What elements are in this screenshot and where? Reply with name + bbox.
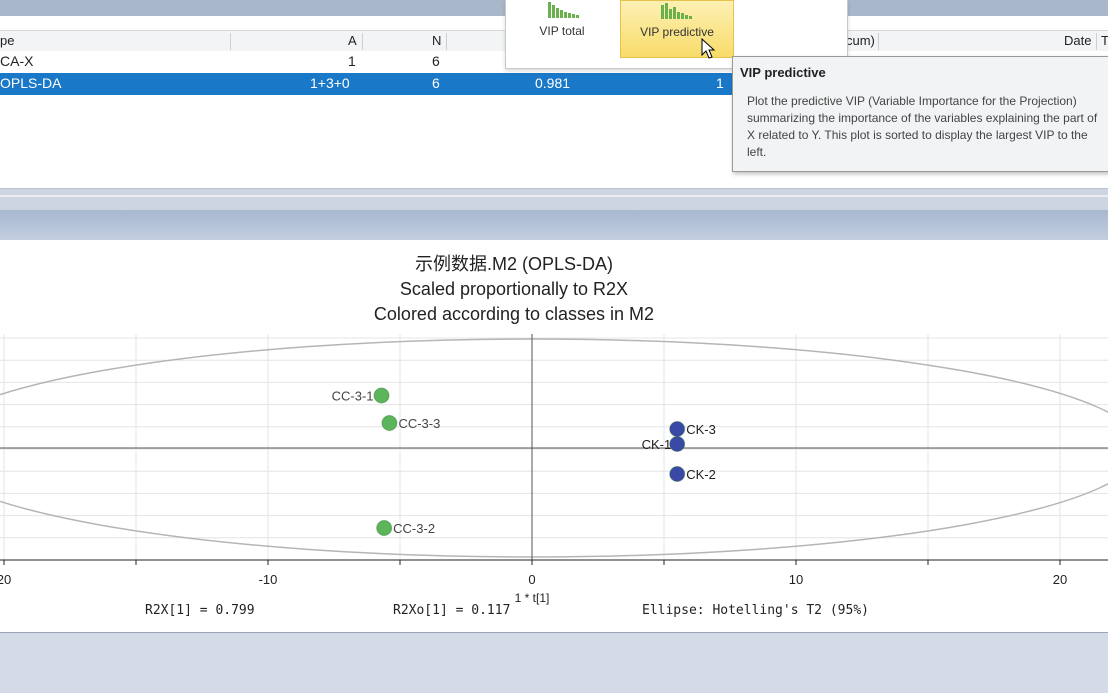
cell-r2: 0.981	[535, 75, 571, 91]
column-separator[interactable]	[230, 33, 231, 50]
r2x-stat: R2X[1] = 0.799	[145, 603, 255, 618]
vip-predictive-icon	[661, 3, 692, 19]
cell-n: 6	[432, 53, 440, 69]
status-area	[0, 633, 1108, 693]
cell-q2: 1	[716, 75, 724, 91]
column-separator[interactable]	[878, 33, 879, 50]
header-cum[interactable]: cum)	[846, 33, 875, 48]
header-date[interactable]: Date	[1064, 33, 1091, 48]
pane-splitter[interactable]	[0, 188, 1108, 211]
point-label: CC-3-3	[398, 416, 440, 431]
score-point-cc-3-1[interactable]	[373, 387, 390, 404]
x-tick-label: -10	[259, 572, 278, 587]
plot-titles: 示例数据.M2 (OPLS-DA) Scaled proportionally …	[0, 252, 1028, 327]
header-n[interactable]: N	[432, 33, 441, 48]
score-point-cc-3-2[interactable]	[376, 520, 393, 536]
point-label: CK-1	[642, 437, 672, 452]
vip-predictive-tooltip: VIP predictive Plot the predictive VIP (…	[732, 56, 1108, 172]
header-type[interactable]: pe	[0, 33, 14, 48]
plot-subtitle-coloring: Colored according to classes in M2	[373, 304, 655, 324]
x-tick-label: 20	[1053, 572, 1067, 587]
vip-predictive-label: VIP predictive	[640, 25, 714, 39]
score-points: CC-3-1 CC-3-3 CC-3-2 CK-1 CK-3 CK-2	[332, 387, 716, 536]
point-label: CC-3-1	[332, 389, 374, 404]
x-tick-label: 20	[0, 572, 11, 587]
ellipse-stat: Ellipse: Hotelling's T2 (95%)	[642, 603, 869, 618]
score-point-ck-1[interactable]	[669, 436, 686, 452]
r2xo-stat: R2Xo[1] = 0.117	[393, 603, 511, 618]
score-point-ck-2[interactable]	[669, 466, 686, 482]
cell-a: 1+3+0	[310, 75, 350, 91]
point-label: CC-3-2	[393, 521, 435, 536]
header-a[interactable]: A	[348, 33, 357, 48]
score-point-ck-3[interactable]	[669, 421, 686, 437]
point-label: CK-2	[686, 467, 716, 482]
x-tick-label: 0	[528, 572, 535, 587]
cell-a: 1	[348, 53, 356, 69]
plot-header-band	[0, 210, 1108, 240]
column-separator[interactable]	[362, 33, 363, 50]
cell-n: 6	[432, 75, 440, 91]
score-scatter-plot[interactable]: 20 -10 0 10 20 CC-3-1 CC-3-3 CC-3-2 CK-1 CK-3 CK-…	[0, 334, 1108, 606]
mouse-cursor-icon	[701, 38, 716, 59]
cell-type: OPLS-DA	[0, 75, 62, 91]
score-point-cc-3-3[interactable]	[381, 415, 398, 431]
point-label: CK-3	[686, 422, 716, 437]
plot-title: 示例数据.M2 (OPLS-DA)	[414, 254, 614, 274]
x-tick-label: 10	[789, 572, 803, 587]
vip-total-button[interactable]: VIP total	[506, 0, 618, 56]
vip-total-icon	[548, 2, 579, 18]
x-axis-ticks: 20 -10 0 10 20	[0, 560, 1067, 587]
plot-subtitle-scaling: Scaled proportionally to R2X	[399, 279, 629, 299]
tooltip-title: VIP predictive	[740, 65, 826, 80]
column-separator[interactable]	[446, 33, 447, 50]
vip-total-label: VIP total	[539, 24, 585, 38]
tooltip-body: Plot the predictive VIP (Variable Import…	[747, 94, 1098, 159]
splitter-grip	[0, 195, 1108, 197]
cell-type: CA-X	[0, 53, 34, 69]
header-t[interactable]: T	[1101, 33, 1108, 48]
x-axis-label: 1 * t[1]	[515, 591, 550, 605]
column-separator[interactable]	[1096, 33, 1097, 50]
